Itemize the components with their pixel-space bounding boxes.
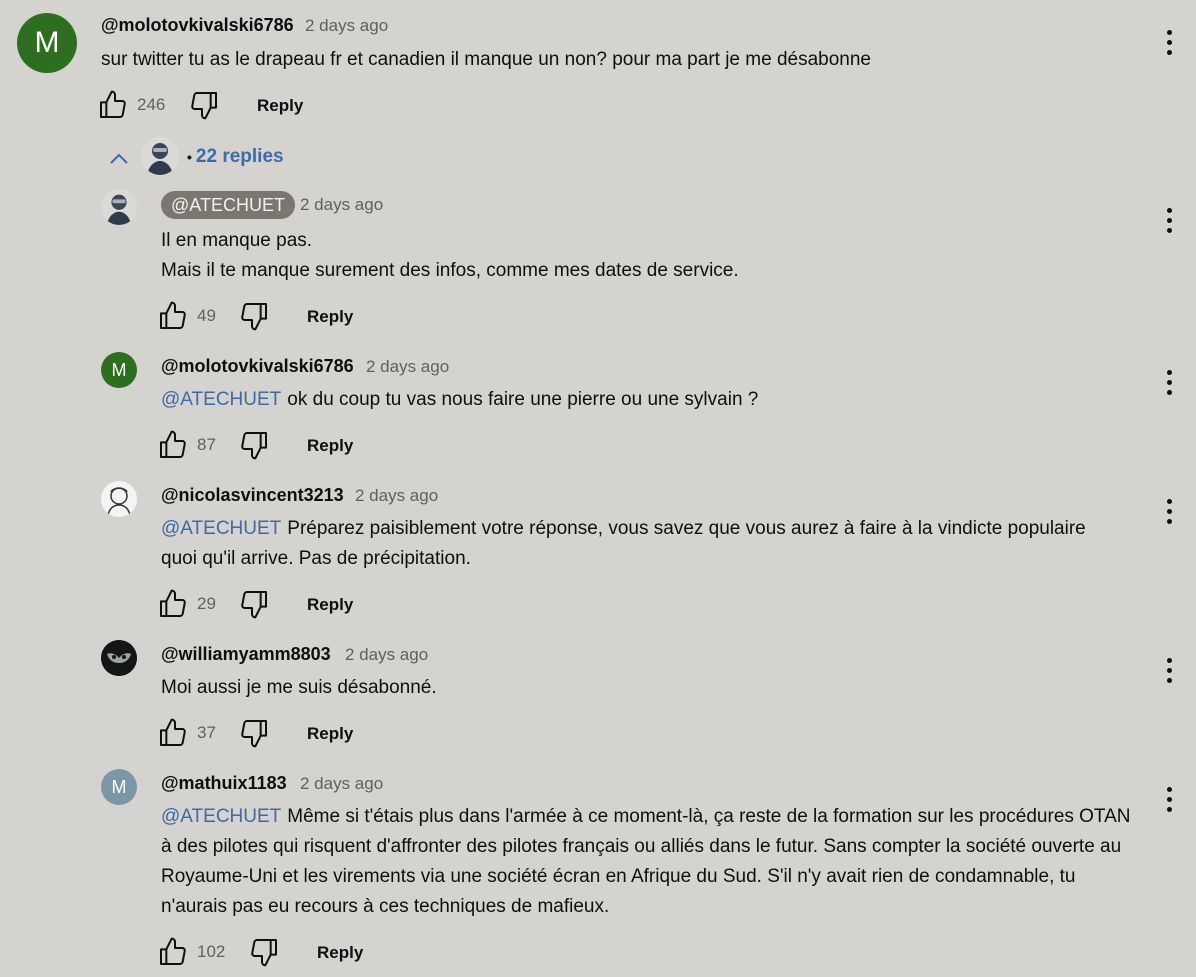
like-button[interactable] — [97, 89, 129, 121]
thumb-down-icon — [188, 89, 220, 121]
like-button[interactable] — [157, 717, 189, 749]
dislike-button[interactable] — [238, 300, 270, 332]
like-count: 87 — [197, 435, 216, 454]
dislike-button[interactable] — [238, 588, 270, 620]
more-actions-icon[interactable] — [1165, 658, 1173, 694]
avatar[interactable]: M — [101, 769, 137, 805]
comment-author[interactable]: @molotovkivalski6786 — [101, 15, 294, 36]
comment-text: @ATECHUET Préparez paisiblement votre rép… — [161, 514, 1101, 574]
avatar[interactable]: M — [17, 13, 77, 73]
reply-button[interactable]: Reply — [307, 724, 353, 744]
thumb-down-icon — [238, 429, 270, 461]
dislike-button[interactable] — [238, 429, 270, 461]
comment-body: Préparez paisiblement votre réponse, vou… — [161, 518, 1086, 569]
comment-body: Même si t'étais plus dans l'armée à ce m… — [161, 806, 1131, 917]
comment-text-line: Il en manque pas. — [161, 230, 313, 251]
comment-text: Moi aussi je me suis désabonné. — [161, 677, 437, 698]
thumb-up-icon — [157, 936, 189, 968]
bullet: • — [187, 149, 192, 165]
reply-button[interactable]: Reply — [257, 96, 303, 116]
avatar[interactable] — [101, 189, 137, 225]
like-count: 37 — [197, 723, 216, 742]
like-button[interactable] — [157, 429, 189, 461]
reply-button[interactable]: Reply — [307, 436, 353, 456]
dislike-button[interactable] — [238, 717, 270, 749]
like-button[interactable] — [157, 936, 189, 968]
avatar-letter: M — [34, 26, 60, 59]
comment-time[interactable]: 2 days ago — [305, 16, 388, 36]
thumb-up-icon — [157, 429, 189, 461]
comment-author[interactable]: @williamyamm8803 — [161, 644, 331, 665]
comment-time[interactable]: 2 days ago — [345, 645, 428, 665]
like-button[interactable] — [157, 300, 189, 332]
more-actions-icon[interactable] — [1165, 787, 1173, 823]
comment-body: ok du coup tu vas nous faire une pierre … — [287, 389, 759, 410]
avatar[interactable]: M — [101, 352, 137, 388]
avatar-letter: M — [111, 359, 127, 380]
comment-text: sur twitter tu as le drapeau fr et canad… — [101, 49, 871, 70]
comment-time[interactable]: 2 days ago — [355, 486, 438, 506]
thumb-down-icon — [238, 588, 270, 620]
chevron-up-icon[interactable] — [107, 147, 131, 171]
creator-author-chip[interactable]: @ATECHUET — [161, 191, 295, 219]
replies-toggle[interactable]: • 22 replies — [187, 146, 284, 168]
sketch-portrait-icon — [101, 481, 137, 517]
thumb-up-icon — [157, 300, 189, 332]
dislike-button[interactable] — [248, 936, 280, 968]
thumb-down-icon — [248, 936, 280, 968]
dislike-button[interactable] — [188, 89, 220, 121]
thumb-up-icon — [97, 89, 129, 121]
more-actions-icon[interactable] — [1165, 370, 1173, 406]
comment-text: @ATECHUET ok du coup tu vas nous faire un… — [161, 385, 758, 415]
comment-time[interactable]: 2 days ago — [300, 774, 383, 794]
avatar-letter: M — [111, 776, 127, 797]
comment-author[interactable]: @nicolasvincent3213 — [161, 485, 344, 506]
comment-text-line: Mais il te manque surement des infos, co… — [161, 260, 739, 281]
more-actions-icon[interactable] — [1165, 30, 1173, 66]
like-count: 29 — [197, 594, 216, 613]
comment-author[interactable]: @molotovkivalski6786 — [161, 356, 354, 377]
thumb-down-icon — [238, 300, 270, 332]
masked-portrait-icon — [101, 640, 137, 676]
like-count: 102 — [197, 942, 226, 961]
comment-author[interactable]: @mathuix1183 — [161, 773, 287, 794]
more-actions-icon[interactable] — [1165, 208, 1173, 244]
reply-button[interactable]: Reply — [307, 307, 353, 327]
thumb-up-icon — [157, 588, 189, 620]
reply-button[interactable]: Reply — [307, 595, 353, 615]
like-count: 49 — [197, 306, 216, 325]
avatar[interactable] — [101, 640, 137, 676]
thumb-up-icon — [157, 717, 189, 749]
like-count: 246 — [137, 95, 166, 114]
reply-button[interactable]: Reply — [317, 943, 363, 963]
comment-text: @ATECHUET Même si t'étais plus dans l'arm… — [161, 802, 1136, 922]
replies-count-label: 22 replies — [195, 146, 284, 167]
creator-photo-icon — [101, 189, 137, 225]
creator-avatar-icon — [141, 137, 179, 175]
mention-link[interactable]: @ATECHUET — [161, 806, 281, 827]
avatar[interactable] — [101, 481, 137, 517]
mention-link[interactable]: @ATECHUET — [161, 389, 281, 410]
like-button[interactable] — [157, 588, 189, 620]
mention-link[interactable]: @ATECHUET — [161, 518, 281, 539]
more-actions-icon[interactable] — [1165, 499, 1173, 535]
comment-time[interactable]: 2 days ago — [366, 357, 449, 377]
comment-time[interactable]: 2 days ago — [300, 195, 383, 215]
thumb-down-icon — [238, 717, 270, 749]
